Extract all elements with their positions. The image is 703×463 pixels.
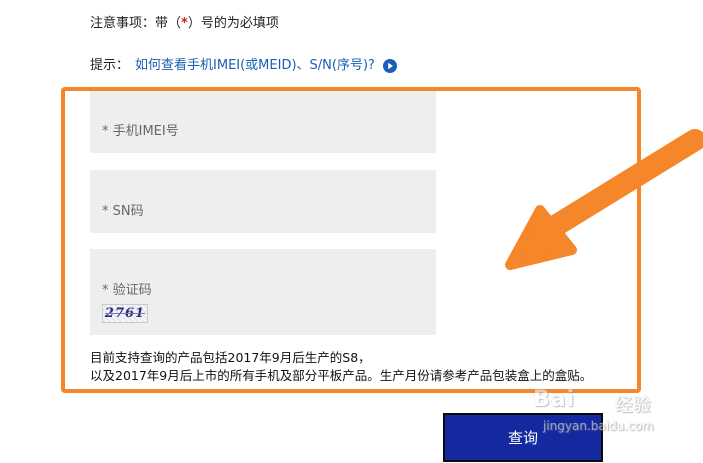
imei-help-link[interactable]: 如何查看手机IMEI(或MEID)、S/N(序号)?	[135, 56, 375, 76]
annotation-arrow-icon	[505, 129, 703, 270]
notice-prefix: 注意事项：带（	[90, 16, 182, 31]
play-circle-icon[interactable]	[382, 59, 397, 73]
hint-label: 提示：	[90, 58, 130, 73]
watermark-url: jingyan.baidu.com	[543, 419, 654, 433]
watermark-logo-suffix: 经验	[615, 395, 651, 416]
notice-suffix: ）号的为必填项	[187, 16, 279, 31]
baidu-jingyan-watermark: Bai 经验 jingyan.baidu.com	[515, 385, 665, 445]
notice-text: 注意事项：带（*）号的为必填项	[90, 14, 279, 34]
hint-row: 提示： 如何查看手机IMEI(或MEID)、S/N(序号)?	[90, 56, 397, 76]
required-mark: *	[181, 16, 188, 31]
watermark-logo: Bai	[533, 387, 576, 412]
